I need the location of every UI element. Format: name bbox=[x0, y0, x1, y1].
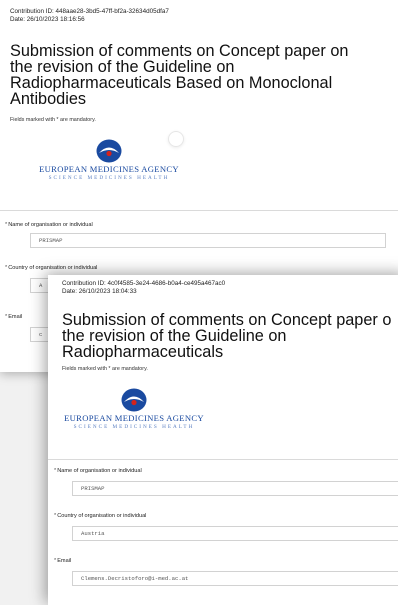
mandatory-note: Fields marked with * are mandatory. bbox=[62, 366, 148, 372]
required-marker: * bbox=[54, 558, 57, 564]
field-label-email: *Email bbox=[5, 314, 23, 320]
page-title: Submission of comments on Concept paper … bbox=[62, 312, 391, 360]
required-marker: * bbox=[5, 314, 8, 320]
submission-date: Date: 26/10/2023 18:16:56 bbox=[10, 16, 85, 23]
required-marker: * bbox=[5, 265, 8, 271]
required-marker: * bbox=[54, 468, 57, 474]
field-label-name: *Name of organisation or individual bbox=[5, 222, 93, 228]
agency-name: EUROPEAN MEDICINES AGENCY bbox=[39, 164, 179, 174]
ema-logo: EUROPEAN MEDICINES AGENCY SCIENCE MEDICI… bbox=[36, 138, 182, 181]
ema-emblem-icon bbox=[121, 388, 147, 412]
country-field[interactable]: Austria bbox=[72, 526, 398, 541]
submission-date: Date: 26/10/2023 18:04:33 bbox=[62, 288, 137, 295]
contribution-id: Contribution ID: 448aae28-3bd5-47ff-bf2a… bbox=[10, 8, 169, 15]
title-line: Antibodies bbox=[10, 90, 87, 108]
ema-emblem-icon bbox=[96, 139, 122, 163]
agency-name: EUROPEAN MEDICINES AGENCY bbox=[64, 413, 204, 423]
title-line: Radiopharmaceuticals bbox=[62, 343, 224, 361]
organisation-name-field[interactable]: PRISMAP bbox=[72, 481, 398, 496]
title-line: Submission of comments on Concept paper … bbox=[10, 42, 349, 60]
field-label-country: *Country of organisation or individual bbox=[5, 265, 98, 271]
contribution-id: Contribution ID: 4c0f4585-3e24-4686-b0a4… bbox=[62, 280, 226, 287]
email-field[interactable]: Clemens.Decristoforo@i-med.ac.at bbox=[72, 571, 398, 586]
page-title: Submission of comments on Concept paper … bbox=[10, 43, 348, 107]
agency-tagline: SCIENCE MEDICINES HEALTH bbox=[48, 175, 170, 181]
title-line: Radiopharmaceuticals Based on Monoclonal bbox=[10, 74, 333, 92]
title-line: Submission of comments on Concept paper … bbox=[62, 311, 392, 329]
agency-tagline: SCIENCE MEDICINES HEALTH bbox=[73, 424, 195, 430]
field-label-name: *Name of organisation or individual bbox=[54, 468, 142, 474]
mandatory-note: Fields marked with * are mandatory. bbox=[10, 117, 96, 123]
title-line: the revision of the Guideline on bbox=[62, 327, 287, 345]
divider bbox=[0, 210, 398, 211]
divider bbox=[48, 459, 398, 460]
required-marker: * bbox=[54, 513, 57, 519]
field-label-country: *Country of organisation or individual bbox=[54, 513, 147, 519]
organisation-name-field[interactable]: PRISMAP bbox=[30, 233, 386, 248]
field-label-email: *Email bbox=[54, 558, 72, 564]
title-line: the revision of the Guideline on bbox=[10, 58, 235, 76]
submission-form-page-2: Contribution ID: 4c0f4585-3e24-4686-b0a4… bbox=[48, 275, 398, 605]
required-marker: * bbox=[5, 222, 8, 228]
ema-logo: EUROPEAN MEDICINES AGENCY SCIENCE MEDICI… bbox=[64, 387, 204, 430]
